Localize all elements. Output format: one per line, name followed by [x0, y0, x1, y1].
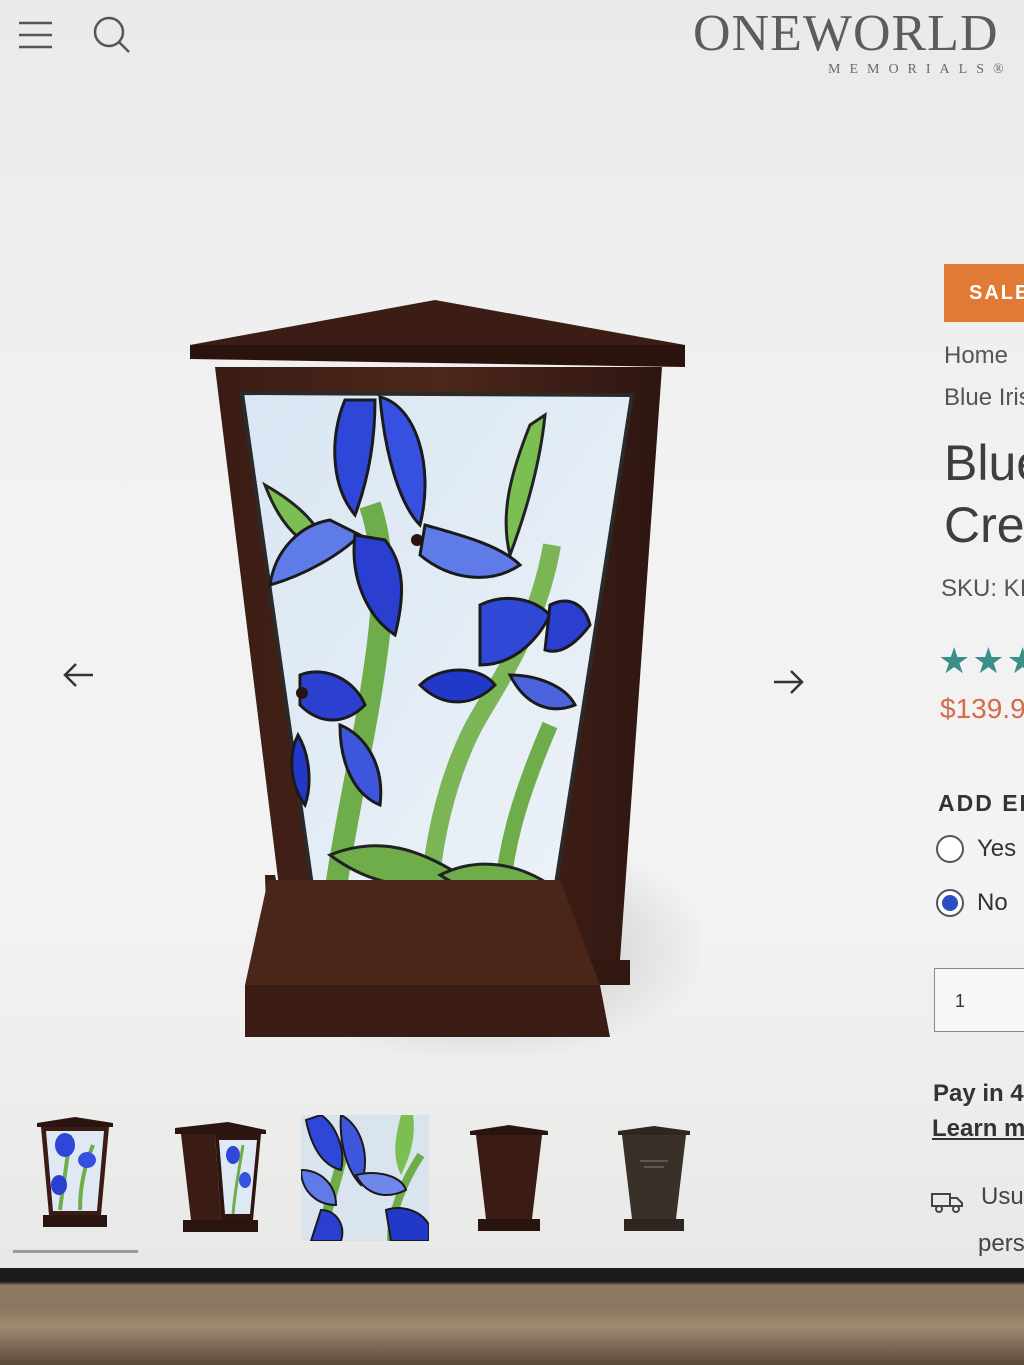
option-no-label[interactable]: No — [977, 889, 1008, 917]
monitor-bezel — [0, 1268, 1024, 1365]
product-price: $139.9 — [940, 693, 1024, 724]
hamburger-menu-icon[interactable] — [18, 20, 54, 50]
thumbnail-engraved-back-view[interactable] — [616, 1125, 692, 1235]
learn-more-link[interactable]: Learn m — [932, 1115, 1024, 1143]
brand-logo-text[interactable]: ONEWORLD — [693, 4, 999, 63]
option-yes-radio[interactable] — [936, 835, 964, 863]
quantity-input[interactable]: 1 — [934, 968, 1024, 1032]
thumbnail-front-view[interactable] — [35, 1115, 115, 1235]
product-title-line1: Blue — [944, 435, 1024, 491]
brand-logo-subtext: MEMORIALS® — [828, 62, 1013, 77]
product-sku: SKU: KI — [941, 575, 1024, 602]
engraving-option-title: ADD EN — [938, 790, 1024, 816]
browser-viewport: ONEWORLD MEMORIALS® SALE Home Blue Iris … — [0, 0, 1024, 1270]
breadcrumb-home[interactable]: Home — [944, 342, 1008, 370]
arrow-right-icon[interactable] — [771, 667, 805, 697]
shipping-text-line1: Usu — [981, 1183, 1024, 1210]
active-thumbnail-indicator — [13, 1250, 138, 1253]
arrow-left-icon[interactable] — [62, 660, 96, 690]
option-yes-label[interactable]: Yes ( — [977, 835, 1024, 863]
breadcrumb-current: Blue Iris — [944, 384, 1024, 411]
search-icon[interactable] — [92, 15, 132, 55]
rating-stars[interactable]: ★★★ — [938, 640, 1024, 682]
thumbnail-back-view[interactable] — [468, 1123, 550, 1235]
product-main-image[interactable] — [180, 295, 710, 1065]
thumbnail-angle-view[interactable] — [173, 1120, 268, 1240]
thumbnail-closeup-view[interactable] — [299, 1113, 430, 1242]
sale-badge: SALE — [944, 264, 1024, 322]
option-no-radio[interactable] — [936, 889, 964, 917]
shipping-text-line2: pers — [978, 1230, 1024, 1257]
product-title-line2: Crem — [944, 497, 1024, 553]
truck-icon — [930, 1190, 964, 1214]
pay-in-installments-text: Pay in 4 — [933, 1080, 1024, 1107]
